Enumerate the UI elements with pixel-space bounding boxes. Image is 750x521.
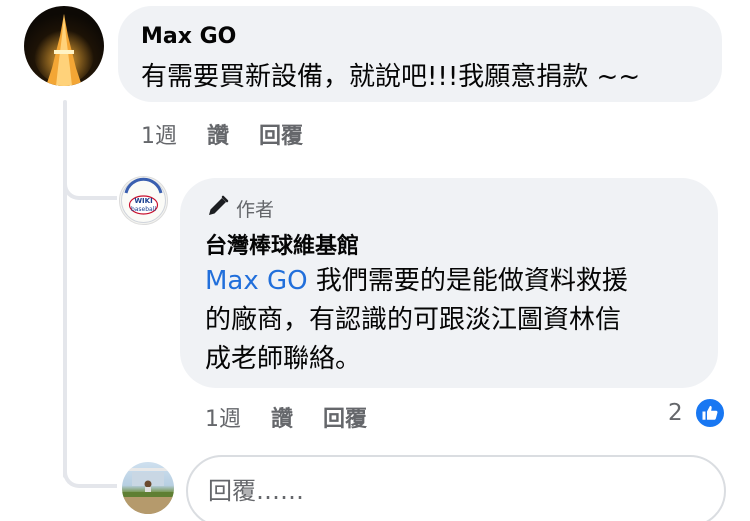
avatar[interactable] <box>24 6 104 86</box>
tower-photo <box>34 14 94 86</box>
reply-author-name[interactable]: 台灣棒球維基館 <box>205 228 359 260</box>
reply-button[interactable]: 回覆 <box>259 118 303 150</box>
comment-timestamp[interactable]: 1週 <box>141 118 177 150</box>
like-button[interactable]: 讚 <box>207 118 229 150</box>
avatar[interactable] <box>122 462 174 514</box>
thread-connector-branch <box>63 160 117 200</box>
thread-connector-line <box>63 100 67 478</box>
svg-text:baseball: baseball <box>131 206 156 213</box>
reaction-count[interactable]: 2 <box>668 400 683 426</box>
svg-text:WIKI: WIKI <box>134 197 152 205</box>
reply-text-line1: 我們需要的是能做資料救援 <box>307 266 628 296</box>
avatar[interactable]: WIKI baseball <box>119 176 168 225</box>
reply-button[interactable]: 回覆 <box>323 401 367 433</box>
reply-text-line2: 的廠商，有認識的可跟淡江圖資林信 <box>205 305 622 335</box>
author-badge-label: 作者 <box>236 199 275 221</box>
comment-text: 有需要買新設備，就說吧!!!我願意捐款 ~~ <box>141 62 641 92</box>
pen-icon <box>206 194 230 223</box>
comment-actions: 1週 讚 回覆 <box>141 118 303 150</box>
user-photo <box>122 468 174 514</box>
mention-link[interactable]: Max GO <box>205 266 308 296</box>
thread-connector-branch <box>63 448 117 488</box>
like-button[interactable]: 讚 <box>271 401 293 433</box>
thumbs-up-icon[interactable] <box>694 397 726 429</box>
reply-input-box[interactable] <box>186 455 726 521</box>
author-badge: 作者 <box>206 194 274 223</box>
reply-timestamp[interactable]: 1週 <box>205 401 241 433</box>
comment-author-name[interactable]: Max GO <box>141 24 236 49</box>
reply-actions: 1週 讚 回覆 <box>205 401 367 433</box>
reply-text: Max GO 我們需要的是能做資料救援 的廠商，有認識的可跟淡江圖資林信 成老師… <box>205 262 705 379</box>
baseball-wiki-logo: WIKI baseball <box>121 177 166 223</box>
reply-text-line3: 成老師聯絡。 <box>205 344 362 374</box>
reply-input[interactable] <box>208 473 688 509</box>
